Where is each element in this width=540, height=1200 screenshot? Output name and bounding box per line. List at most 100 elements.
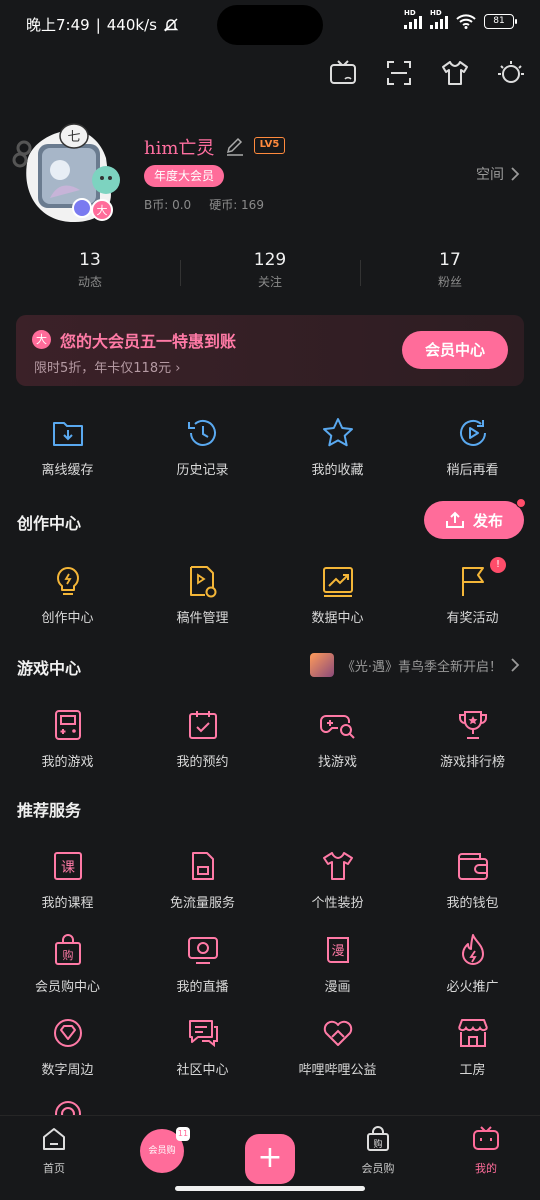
publish-button[interactable]: 发布 — [424, 498, 526, 539]
trophy-icon — [455, 707, 491, 743]
workshop-item[interactable]: 工房 — [405, 1015, 540, 1078]
charity-item[interactable]: 哔哩哔哩公益 — [270, 1015, 405, 1078]
game-label: 我的预约 — [176, 755, 229, 770]
data-center-item[interactable]: 数据中心 — [270, 563, 405, 626]
comic-item[interactable]: 漫 漫画 — [270, 932, 405, 995]
stat-label: 关注 — [257, 275, 282, 289]
nav-label: 我的 — [475, 1162, 497, 1175]
stat-dynamics[interactable]: 13 动态 — [0, 250, 180, 300]
sim-icon — [185, 848, 221, 884]
service-label: 会员购中心 — [34, 980, 100, 995]
scan-icon[interactable] — [384, 58, 414, 88]
find-games-item[interactable]: 找游戏 — [270, 707, 405, 770]
service-label: 个性装扮 — [311, 896, 364, 911]
game-promo-link[interactable]: 《光·遇》青鸟季全新开启！ — [309, 653, 520, 677]
coin-text: 硬币: 169 — [209, 198, 264, 212]
chart-icon — [320, 563, 356, 599]
promotion-item[interactable]: 必火推广 — [405, 932, 540, 995]
quick-label: 我的收藏 — [311, 463, 364, 478]
level-badge: LV5 — [254, 137, 285, 154]
my-wallet-item[interactable]: 我的钱包 — [405, 848, 540, 911]
bcoin-text: B币: 0.0 — [144, 198, 192, 212]
creation-label: 创作中心 — [41, 611, 94, 626]
home-indicator[interactable] — [175, 1186, 365, 1191]
space-link-label: 空间 — [476, 167, 504, 183]
creation-label: 有奖活动 — [446, 611, 499, 626]
stats-row: 13 动态 129 关注 17 粉丝 — [0, 250, 540, 300]
avatar[interactable]: 七 大 — [10, 118, 130, 230]
quick-label: 离线缓存 — [41, 463, 94, 478]
community-center-item[interactable]: 社区中心 — [135, 1015, 270, 1078]
shopping-bag-icon: 购 — [50, 932, 86, 968]
coin-info: B币: 0.0 硬币: 169 — [144, 196, 264, 213]
my-courses-item[interactable]: 课 我的课程 — [0, 848, 135, 911]
edit-icon[interactable] — [224, 135, 246, 157]
service-label: 数字周边 — [41, 1063, 94, 1078]
vip-promo-subtitle[interactable]: 限时5折，年卡仅118元 › — [34, 357, 180, 376]
my-reservations-item[interactable]: 我的预约 — [135, 707, 270, 770]
status-left: 晚上7:49 | 440k/s — [26, 14, 179, 35]
creation-center-item[interactable]: 创作中心 — [0, 563, 135, 626]
username[interactable]: him亡灵 — [144, 134, 214, 160]
service-label: 工房 — [459, 1063, 486, 1078]
mall-promo-text: 会员购 — [148, 1146, 176, 1156]
vip-badge[interactable]: 年度大会员 — [144, 165, 225, 187]
free-data-item[interactable]: 免流量服务 — [135, 848, 270, 911]
service-label: 哔哩哔哩公益 — [298, 1063, 377, 1078]
vip-promo-title: 您的大会员五一特惠到账 — [60, 332, 237, 351]
comic-icon: 漫 — [320, 932, 356, 968]
vip-promo-card[interactable]: 大 您的大会员五一特惠到账 限时5折，年卡仅118元 › 会员中心 — [16, 315, 524, 386]
digital-merch-item[interactable]: 数字周边 — [0, 1015, 135, 1078]
manuscript-management-item[interactable]: 稿件管理 — [135, 563, 270, 626]
mute-bell-icon — [163, 17, 179, 32]
my-live-item[interactable]: 我的直播 — [135, 932, 270, 995]
my-games-item[interactable]: 我的游戏 — [0, 707, 135, 770]
reward-events-item[interactable]: ! 有奖活动 — [405, 557, 540, 626]
stat-number: 17 — [439, 250, 461, 270]
quick-history[interactable]: 历史记录 — [135, 415, 270, 478]
tshirt-icon — [320, 848, 356, 884]
quick-favorites[interactable]: 我的收藏 — [270, 415, 405, 478]
service-label: 我的钱包 — [446, 896, 499, 911]
creation-label: 数据中心 — [311, 611, 364, 626]
services-section-title: 推荐服务 — [17, 801, 82, 820]
quick-watch-later[interactable]: 稍后再看 — [405, 415, 540, 478]
history-icon — [185, 415, 221, 451]
upload-icon — [445, 511, 464, 528]
stat-followers[interactable]: 17 粉丝 — [360, 250, 540, 300]
game-grid: 我的游戏 我的预约 找游戏 游戏排行榜 — [0, 707, 540, 770]
svg-text:购: 购 — [373, 1138, 382, 1150]
mall-center-item[interactable]: 购 会员购中心 — [0, 932, 135, 995]
theme-icon[interactable] — [496, 58, 526, 88]
nav-home[interactable]: 首页 — [0, 1116, 108, 1200]
vip-center-button[interactable]: 会员中心 — [402, 331, 508, 369]
avatar-vip-mark: 大 — [97, 203, 108, 217]
space-link[interactable]: 空间 — [476, 164, 520, 184]
svg-text:购: 购 — [62, 948, 73, 962]
quick-label: 稍后再看 — [446, 463, 499, 478]
nav-label: 首页 — [43, 1162, 65, 1175]
tshirt-icon[interactable] — [440, 58, 470, 88]
avatar-badge-text: 七 — [67, 130, 80, 145]
game-ranking-item[interactable]: 游戏排行榜 — [405, 707, 540, 770]
tv-icon[interactable] — [328, 58, 358, 88]
flag-icon — [455, 563, 491, 599]
plus-icon[interactable]: + — [245, 1134, 295, 1184]
stat-following[interactable]: 129 关注 — [180, 250, 360, 300]
course-icon: 课 — [50, 848, 86, 884]
quick-offline-cache[interactable]: 离线缓存 — [0, 415, 135, 478]
creation-label: 稿件管理 — [176, 611, 229, 626]
service-label: 必火推广 — [446, 980, 499, 995]
camera-notch — [217, 5, 323, 45]
community-icon — [185, 1015, 221, 1051]
dress-up-item[interactable]: 个性装扮 — [270, 848, 405, 911]
stat-number: 13 — [79, 250, 101, 270]
mall-tag: 11 — [176, 1127, 190, 1141]
nav-mine[interactable]: 我的 — [432, 1116, 540, 1200]
status-time: 晚上7:49 — [26, 16, 90, 34]
service-label: 免流量服务 — [169, 896, 235, 911]
status-bar: 晚上7:49 | 440k/s HD HD 81 — [0, 0, 540, 52]
gamepad-search-icon — [319, 707, 356, 743]
game-promo-thumbnail — [309, 653, 334, 677]
bulb-icon — [50, 563, 86, 599]
